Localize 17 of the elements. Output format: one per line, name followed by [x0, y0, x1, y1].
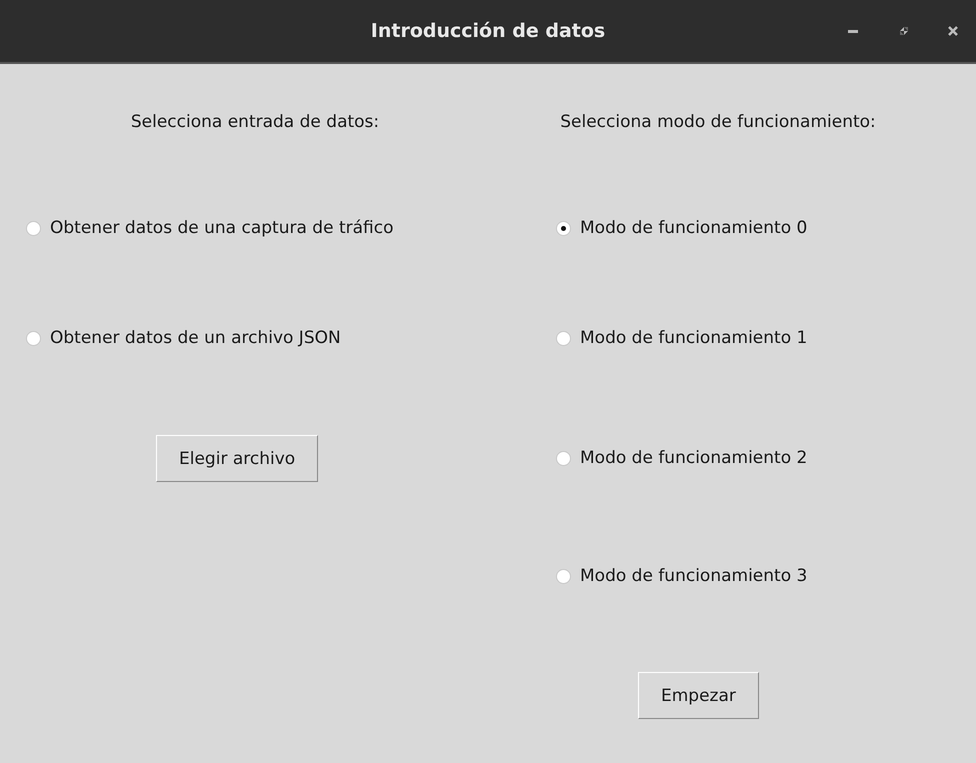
radio-button[interactable]	[556, 330, 571, 346]
radio-label: Modo de funcionamiento 1	[580, 328, 808, 348]
radio-button[interactable]	[26, 330, 41, 346]
radio-button[interactable]	[556, 220, 571, 236]
radio-label: Obtener datos de un archivo JSON	[50, 328, 341, 348]
window-title: Introducción de datos	[370, 20, 606, 42]
radio-label: Modo de funcionamiento 0	[580, 218, 808, 238]
heading-label: Selecciona entrada de datos:	[130, 111, 380, 134]
radio-label: Modo de funcionamiento 3	[580, 566, 808, 586]
heading-label: Selecciona modo de funcionamiento:	[559, 111, 877, 134]
choose-file-button[interactable]: Elegir archivo	[156, 435, 318, 482]
radio-button[interactable]	[556, 568, 571, 584]
radio-button[interactable]	[26, 220, 41, 236]
start-button[interactable]: Empezar	[638, 672, 759, 719]
radio-label: Modo de funcionamiento 2	[580, 448, 808, 468]
radio-button[interactable]	[556, 450, 571, 466]
radio-label: Obtener datos de una captura de tráfico	[50, 218, 394, 238]
